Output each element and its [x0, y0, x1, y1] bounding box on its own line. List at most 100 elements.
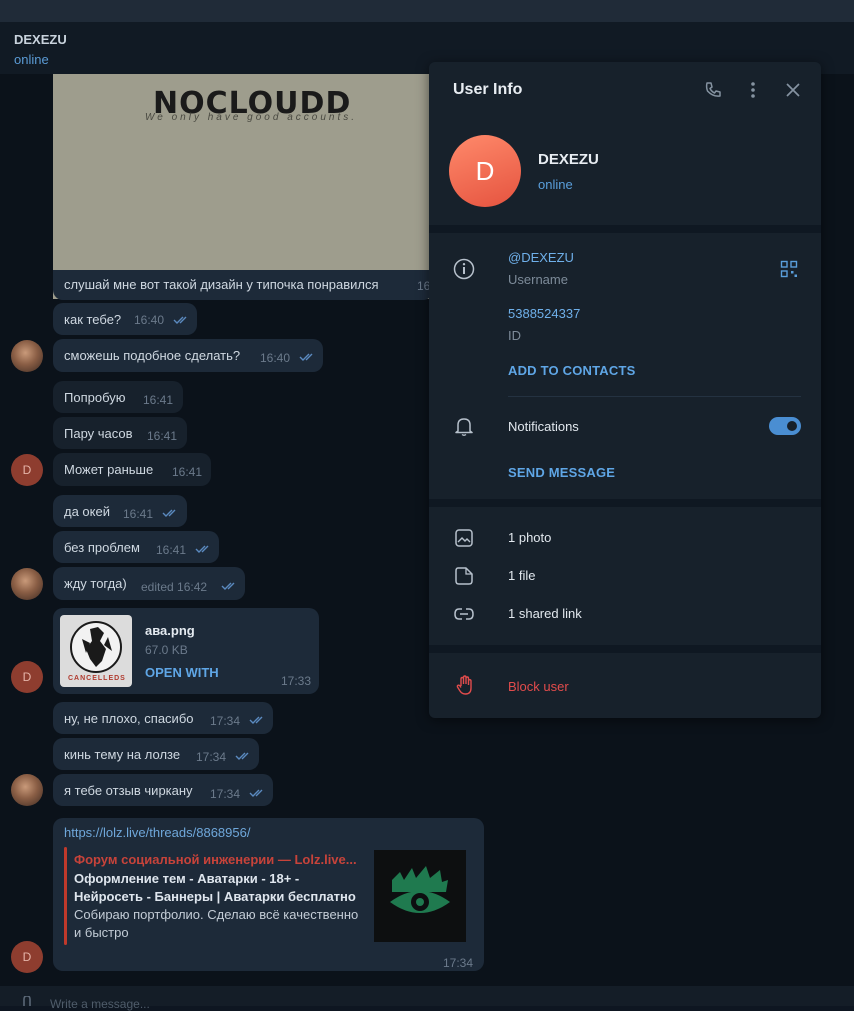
message-bubble[interactable]: Пару часов 16:41 [53, 417, 187, 449]
read-ticks-icon [173, 316, 187, 324]
message-bubble[interactable]: жду тогда) edited 16:42 [53, 567, 245, 600]
file-message[interactable]: CANCELLEDS ава.png 67.0 KB OPEN WITH 17:… [53, 608, 319, 694]
message-time: 17:33 [281, 674, 312, 688]
link-preview-message[interactable]: https://lolz.live/threads/8868956/ Форум… [53, 818, 484, 971]
toggle-knob [787, 421, 797, 431]
phone-icon[interactable] [704, 81, 722, 99]
username-value[interactable]: @DEXEZU [508, 250, 574, 265]
shared-photos-link[interactable]: 1 photo [508, 530, 551, 545]
avatar[interactable]: D [11, 661, 43, 693]
user-id-label: ID [508, 328, 521, 343]
read-ticks-icon [195, 545, 209, 553]
message-bubble[interactable]: сможешь подобное сделать? 16:40 [53, 339, 323, 372]
block-hand-icon [456, 675, 472, 695]
file-thumbnail[interactable]: CANCELLEDS [60, 615, 132, 687]
read-ticks-icon [249, 789, 263, 797]
message-text: слушай мне вот такой дизайн у типочка по… [64, 277, 379, 292]
image-caption-bubble[interactable]: слушай мне вот такой дизайн у типочка по… [53, 270, 433, 300]
chat-status: online [14, 52, 49, 67]
message-time: 16:40 [134, 313, 165, 327]
message-link[interactable]: https://lolz.live/threads/8868956/ [64, 825, 250, 840]
notifications-toggle[interactable] [769, 417, 801, 435]
message-bubble[interactable]: Попробую 16:41 [53, 381, 183, 413]
message-text: да окей [64, 504, 110, 519]
file-size: 67.0 KB [145, 643, 188, 657]
eye-logo-icon [390, 866, 450, 913]
message-time: 17:34 [210, 787, 241, 801]
bell-icon [455, 418, 473, 436]
send-message-button[interactable]: SEND MESSAGE [508, 465, 615, 480]
link-preview-site[interactable]: Форум социальной инженерии — Lolz.live..… [74, 852, 357, 867]
message-time: edited 16:42 [141, 580, 208, 594]
read-ticks-icon [221, 582, 235, 590]
file-icon [455, 567, 473, 585]
link-preview-title[interactable]: Оформление тем - Аватарки - 18+ - Нейрос… [74, 870, 366, 906]
shared-files-link[interactable]: 1 file [508, 568, 535, 583]
message-bubble[interactable]: да окей 16:41 [53, 495, 187, 527]
profile-name: DEXEZU [538, 151, 599, 168]
message-time: 17:34 [443, 956, 474, 970]
open-with-button[interactable]: OPEN WITH [145, 665, 219, 680]
message-text: ну, не плохо, спасибо [64, 711, 194, 726]
message-time: 16:41 [147, 429, 178, 443]
shared-links-link[interactable]: 1 shared link [508, 606, 582, 621]
message-text: кинь тему на лолзе [64, 747, 181, 762]
avatar[interactable]: D [11, 454, 43, 486]
read-ticks-icon [249, 716, 263, 724]
message-time: 17:34 [210, 714, 241, 728]
section-divider [429, 499, 821, 507]
chat-title: DEXEZU [14, 32, 67, 47]
message-bubble[interactable]: без проблем 16:41 [53, 531, 219, 563]
message-bubble[interactable]: Может раньше 16:41 [53, 453, 211, 486]
avatar[interactable] [11, 340, 43, 372]
link-preview-description: Собираю портфолио. Сделаю всё качественн… [74, 907, 359, 940]
message-time: 16:40 [260, 351, 291, 365]
link-icon [454, 608, 474, 620]
user-id-value[interactable]: 5388524337 [508, 306, 580, 321]
notifications-label: Notifications [508, 419, 579, 434]
message-text: Пару часов [64, 426, 133, 441]
profile-status: online [538, 177, 573, 192]
attach-icon[interactable] [16, 996, 32, 1006]
read-ticks-icon [299, 353, 313, 361]
message-text: как тебе? [64, 312, 122, 327]
message-text: сможешь подобное сделать? [64, 348, 241, 363]
message-bubble[interactable]: я тебе отзыв чиркану 17:34 [53, 774, 273, 806]
message-text: Может раньше [64, 462, 154, 477]
read-ticks-icon [162, 509, 176, 517]
image-logo-subtext: We only have good accounts. [145, 112, 358, 123]
read-ticks-icon [235, 752, 249, 760]
file-thumb-text: CANCELLEDS [68, 675, 126, 682]
message-bubble[interactable]: ну, не плохо, спасибо 17:34 [53, 702, 273, 734]
row-divider [508, 396, 801, 397]
user-info-panel[interactable]: User Info D DEXEZU online @DEXEZU Userna… [429, 62, 821, 718]
file-name: ава.png [145, 623, 195, 638]
username-label: Username [508, 272, 568, 287]
close-icon[interactable] [785, 82, 801, 98]
link-preview-image[interactable] [374, 850, 466, 942]
message-input[interactable]: Write a message... [50, 997, 150, 1011]
message-time: 16:41 [156, 543, 187, 557]
section-divider [429, 645, 821, 653]
panel-title: User Info [453, 81, 523, 98]
link-preview-bar [64, 847, 67, 945]
avatar[interactable]: D [11, 941, 43, 973]
qr-code-icon[interactable] [780, 260, 798, 278]
message-time: 16:41 [143, 393, 174, 407]
info-icon [453, 258, 475, 280]
message-bubble[interactable]: как тебе? 16:40 [53, 303, 197, 335]
block-user-button[interactable]: Block user [508, 679, 569, 694]
message-bubble[interactable]: кинь тему на лолзе 17:34 [53, 738, 259, 770]
avatar[interactable] [11, 568, 43, 600]
message-text: Попробую [64, 390, 126, 405]
message-text: жду тогда) [64, 576, 127, 591]
message-composer[interactable]: Write a message... [0, 986, 854, 1011]
profile-avatar[interactable]: D [449, 135, 521, 207]
more-options-icon[interactable] [745, 81, 761, 99]
image-message[interactable]: NOCLOUDD We only have good accounts. [53, 74, 433, 299]
message-time: 16:41 [123, 507, 154, 521]
message-time: 16:41 [172, 465, 203, 479]
message-text: без проблем [64, 540, 140, 555]
avatar[interactable] [11, 774, 43, 806]
add-to-contacts-button[interactable]: ADD TO CONTACTS [508, 363, 635, 378]
